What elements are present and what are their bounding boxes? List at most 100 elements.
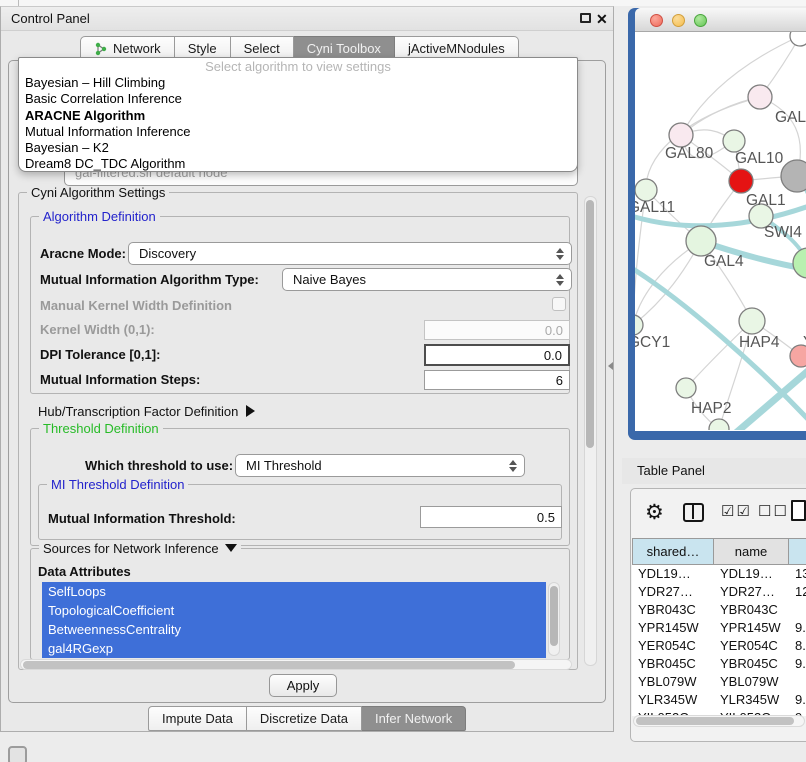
cell: YER054C (632, 637, 714, 655)
select-all-icon[interactable]: ☑☑ (721, 502, 752, 520)
settings-scrollbar-thumb[interactable] (586, 200, 594, 448)
mi-type-value: Naive Bayes (293, 269, 366, 290)
sources-title-text: Sources for Network Inference (43, 541, 219, 556)
mi-threshold-label: Mutual Information Threshold: (48, 511, 236, 526)
aracne-mode-label: Aracne Mode: (40, 246, 126, 261)
cell: YPR145W (714, 619, 789, 637)
tab-infer-network[interactable]: Infer Network (362, 706, 466, 731)
minimize-traffic-light-icon[interactable] (672, 14, 685, 27)
tab-impute-data[interactable]: Impute Data (148, 706, 247, 731)
table-row[interactable]: YER054C YER054C 8. (632, 637, 806, 655)
apply-button[interactable]: Apply (269, 674, 337, 697)
algorithm-option[interactable]: Dream8 DC_TDC Algorithm (19, 156, 577, 172)
list-item[interactable]: SelfLoops (42, 582, 546, 601)
cell: YBR045C (714, 655, 789, 673)
list-item[interactable]: TopologicalCoefficient (42, 601, 546, 620)
tab-label: Impute Data (162, 711, 233, 726)
table-panel: ⚙ ☑☑ ☐☐ shared… name YDL19… YDL19… 13 YD… (630, 488, 806, 742)
network-window-frame: GAL GAL80 GAL10 GAL1 GAL11 SWI4 GAL4 GCY… (635, 8, 806, 431)
network-view-window[interactable]: GAL GAL80 GAL10 GAL1 GAL11 SWI4 GAL4 GCY… (628, 8, 806, 440)
node-hap2 (676, 378, 696, 398)
table-hscrollbar-thumb[interactable] (636, 717, 794, 725)
table-row[interactable]: YBL079W YBL079W (632, 673, 806, 691)
aracne-mode-combo[interactable]: Discovery (128, 242, 572, 265)
deselect-all-icon[interactable]: ☐☐ (758, 502, 789, 520)
cytopanel-corner-button[interactable] (8, 746, 27, 762)
cyni-bottom-tabs: Impute Data Discretize Data Infer Networ… (148, 706, 466, 731)
cell: YBL079W (632, 673, 714, 691)
zoom-traffic-light-icon[interactable] (694, 14, 707, 27)
mi-type-combo[interactable]: Naive Bayes (282, 268, 572, 291)
splitter-collapse-icon[interactable] (608, 362, 613, 370)
kernel-width-label: Kernel Width (0,1): (40, 322, 155, 337)
settings-hscrollbar-thumb[interactable] (23, 661, 515, 669)
split-columns-icon[interactable] (683, 503, 704, 522)
sources-group-title[interactable]: Sources for Network Inference (39, 541, 241, 556)
table-row[interactable]: YBR043C YBR043C (632, 601, 806, 619)
table-row[interactable]: YBR045C YBR045C 9. (632, 655, 806, 673)
table-row[interactable]: YDR27… YDR27… 12 (632, 583, 806, 601)
node-label: GAL (775, 109, 806, 126)
network-window-titlebar[interactable] (635, 8, 806, 32)
table-rows[interactable]: YDL19… YDL19… 13 YDR27… YDR27… 12 YBR043… (632, 565, 806, 716)
table-hscrollbar[interactable] (633, 715, 805, 727)
node-green (793, 248, 806, 278)
node-label: HAP4 (739, 334, 780, 351)
mi-threshold-field[interactable]: 0.5 (420, 506, 562, 528)
cell: YLR345W (714, 691, 789, 709)
algorithm-option-selected[interactable]: ARACNE Algorithm (19, 108, 577, 124)
manual-kernel-checkbox[interactable] (552, 297, 566, 311)
cell: YDR27… (714, 583, 789, 601)
algorithm-option[interactable]: Bayesian – Hill Climbing (19, 75, 577, 91)
data-attributes-label: Data Attributes (38, 564, 131, 579)
node-label: SWI4 (764, 224, 802, 241)
algorithm-option[interactable]: Mutual Information Inference (19, 124, 577, 140)
dpi-tolerance-field[interactable]: 0.0 (424, 344, 570, 366)
algorithm-option[interactable]: Bayesian – K2 (19, 140, 577, 156)
tab-label: Select (244, 41, 280, 56)
control-panel-titlebar: Control Panel (1, 7, 613, 31)
node-label: GAL80 (665, 145, 714, 162)
table-row[interactable]: YDL19… YDL19… 13 (632, 565, 806, 583)
cell: YDR27… (632, 583, 714, 601)
algorithm-definition-title: Algorithm Definition (39, 209, 160, 224)
network-icon (94, 42, 108, 56)
collapse-down-icon (225, 544, 237, 552)
node-gal10 (723, 130, 745, 152)
attributes-list-scrollbar[interactable] (548, 582, 560, 656)
float-window-icon[interactable] (580, 13, 591, 23)
mi-steps-field[interactable]: 6 (424, 370, 570, 390)
data-attributes-list[interactable]: SelfLoops TopologicalCoefficient Between… (42, 582, 546, 658)
node-gal4 (686, 226, 716, 256)
mi-type-label: Mutual Information Algorithm Type: (40, 272, 259, 287)
table-row[interactable]: YLR345W YLR345W 9. (632, 691, 806, 709)
hub-section-toggle[interactable]: Hub/Transcription Factor Definition (38, 404, 255, 419)
cell (789, 601, 806, 619)
table-header-row: shared… name (632, 538, 806, 565)
algorithm-option[interactable]: Basic Correlation Inference (19, 91, 577, 107)
column-header-name[interactable]: name (714, 538, 789, 565)
network-canvas[interactable]: GAL GAL80 GAL10 GAL1 GAL11 SWI4 GAL4 GCY… (635, 32, 806, 430)
dpi-tolerance-value: 0.0 (544, 346, 562, 364)
list-item[interactable]: gal4RGexp (42, 639, 546, 658)
settings-scrollbar[interactable] (584, 196, 597, 666)
node (790, 32, 806, 46)
table-row[interactable]: YPR145W YPR145W 9. (632, 619, 806, 637)
which-threshold-combo[interactable]: MI Threshold (235, 454, 525, 477)
column-header-shared[interactable]: shared… (632, 538, 714, 565)
tab-discretize-data[interactable]: Discretize Data (247, 706, 362, 731)
close-icon[interactable]: ✕ (596, 7, 608, 31)
new-table-icon[interactable] (791, 500, 806, 521)
aracne-mode-value: Discovery (139, 243, 196, 264)
table-panel-toolbar: ⚙ ☑☑ ☐☐ (631, 499, 806, 529)
column-header-partial[interactable] (789, 538, 806, 565)
mi-steps-value: 6 (556, 371, 563, 389)
expand-right-icon (246, 405, 255, 417)
settings-hscrollbar[interactable] (20, 659, 572, 670)
cell: YER054C (714, 637, 789, 655)
attributes-scrollbar-thumb[interactable] (550, 586, 558, 646)
close-traffic-light-icon[interactable] (650, 14, 663, 27)
list-item[interactable]: BetweennessCentrality (42, 620, 546, 639)
threshold-definition-title: Threshold Definition (39, 421, 163, 436)
settings-gear-icon[interactable]: ⚙ (645, 499, 664, 527)
